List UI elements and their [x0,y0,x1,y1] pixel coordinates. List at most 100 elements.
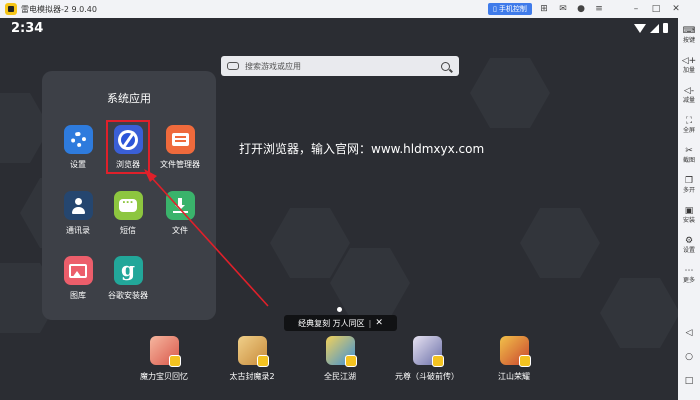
folder-icon [165,125,195,154]
game-label: 魔力宝贝回忆 [140,372,188,381]
sidebar-volume-down[interactable]: ◁- 减量 [678,86,700,104]
maximize-icon[interactable]: □ [650,3,662,15]
home-icon: ○ [685,352,693,362]
window-titlebar: 雷电模拟器-2 9.0.40 ▯ 手机控制 ⊞ ✉ ● ≡ – □ ✕ [0,0,700,18]
signal-icon [650,23,659,33]
emulator-sidebar: ⌨ 按键 ◁+ 加量 ◁- 减量 ⛶ 全屏 ✂ 截图 ❐ 多开 ▣ 安装 ⚙ 设… [678,18,700,400]
user-icon[interactable]: ● [575,3,587,15]
download-icon [165,191,195,220]
sidebar-label: 设置 [682,247,695,254]
sidebar-install[interactable]: ▣ 安装 [678,206,700,224]
instruction-text: 打开浏览器，输入官网：www.hldmxyx.com [239,142,485,156]
background-hex [330,248,410,318]
dock-game-1[interactable]: 魔力宝贝回忆 [126,336,202,382]
sms-icon [113,191,143,220]
game-label: 全民江湖 [324,372,356,381]
app-files[interactable]: 文件 [150,191,210,236]
background-hex [270,208,350,278]
app-sms[interactable]: 短信 [98,191,158,236]
sidebar-fullscreen[interactable]: ⛶ 全屏 [678,116,700,134]
app-label: 谷歌安装器 [108,291,148,300]
sidebar-label: 多开 [682,187,695,194]
gamepad-icon [227,62,239,70]
apk-install-icon: ▣ [684,206,694,216]
gallery-icon [63,256,93,285]
gamepad-icon[interactable]: ⊞ [538,3,550,15]
sidebar-label: 按键 [682,37,695,44]
app-logo-icon [5,3,17,15]
game-label: 太古封魔录2 [229,372,275,381]
keyboard-icon: ⌨ [682,26,696,36]
sidebar-keymap[interactable]: ⌨ 按键 [678,26,700,44]
app-label: 短信 [120,226,136,235]
wifi-icon [634,23,646,33]
contacts-icon [63,191,93,220]
dock-game-3[interactable]: 全民江湖 [302,336,378,382]
sidebar-label: 更多 [682,277,695,284]
battery-icon [663,23,668,33]
game-label: 江山荣耀 [498,372,530,381]
app-google-installer[interactable]: g 谷歌安装器 [98,256,158,301]
game-icon [237,336,269,367]
sidebar-home[interactable]: ○ [678,352,700,363]
sidebar-label: 减量 [682,97,695,104]
system-apps-folder: 系统应用 设置 浏览器 文件管理器 通讯录 短信 文件 图库 [42,71,216,320]
folder-title: 系统应用 [107,92,151,105]
sidebar-screenshot[interactable]: ✂ 截图 [678,146,700,164]
page-indicator-dot [337,307,342,312]
sidebar-multi-instance[interactable]: ❐ 多开 [678,176,700,194]
search-bar[interactable]: 搜索游戏或应用 [221,56,459,76]
minimize-icon[interactable]: – [630,3,642,15]
search-icon[interactable] [441,61,450,71]
promo-banner[interactable]: 经典复刻 万人同区 | ✕ [284,315,397,331]
game-icon [412,336,444,367]
sidebar-volume-up[interactable]: ◁+ 加量 [678,56,700,74]
search-placeholder: 搜索游戏或应用 [245,61,301,71]
volume-up-icon: ◁+ [681,56,697,66]
sidebar-label: 截图 [682,157,695,164]
dock-game-4[interactable]: 元尊（斗破前传） [389,336,465,382]
banner-separator: | [368,318,372,328]
volume-down-icon: ◁- [683,86,695,96]
app-file-manager[interactable]: 文件管理器 [150,125,210,170]
mail-icon[interactable]: ✉ [557,3,569,15]
sidebar-label: 全屏 [682,127,695,134]
close-icon[interactable]: ✕ [670,3,682,15]
back-icon: ◁ [685,328,693,338]
fullscreen-icon: ⛶ [685,116,693,126]
background-hex [470,58,550,128]
background-hex [600,278,678,348]
app-label: 文件管理器 [160,160,200,169]
more-icon: ⋯ [684,266,694,276]
menu-icon[interactable]: ≡ [593,3,605,15]
game-icon [149,336,181,367]
game-icon [499,336,531,367]
game-icon [325,336,357,367]
phone-control-label: 手机控制 [498,5,527,13]
dock-game-5[interactable]: 江山荣耀 [476,336,552,382]
app-label: 文件 [172,226,188,235]
phone-icon: ▯ [493,5,497,13]
status-time: 2:34 [11,21,44,36]
banner-close-icon[interactable]: ✕ [375,318,383,328]
sidebar-more[interactable]: ⋯ 更多 [678,266,700,284]
sidebar-settings[interactable]: ⚙ 设置 [678,236,700,254]
gear-icon: ⚙ [684,236,694,246]
banner-text: 经典复刻 万人同区 [298,318,365,328]
sidebar-back[interactable]: ◁ [678,328,700,339]
background-hex [520,208,600,278]
android-screen[interactable]: 2:34 搜索游戏或应用 系统应用 设置 浏览器 文件管理器 通讯录 ... 短… [0,18,678,400]
browser-highlight-box [106,120,150,174]
recents-icon: □ [684,376,694,386]
window-title: 雷电模拟器-2 9.0.40 [21,4,97,14]
sidebar-label: 加量 [682,67,695,74]
game-label: 元尊（斗破前传） [395,372,459,381]
multi-instance-icon: ❐ [684,176,694,186]
sidebar-recents[interactable]: □ [678,376,700,387]
sidebar-label: 安装 [682,217,695,224]
google-installer-icon: g [113,256,143,285]
settings-icon [63,125,93,154]
status-icons [634,23,668,33]
phone-control-button[interactable]: ▯ 手机控制 [488,3,532,15]
dock-game-2[interactable]: 太古封魔录2 [214,336,290,382]
